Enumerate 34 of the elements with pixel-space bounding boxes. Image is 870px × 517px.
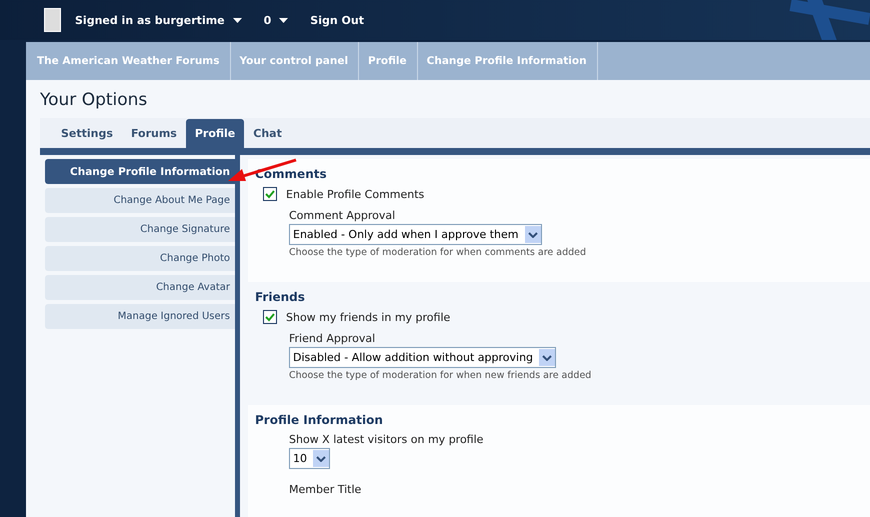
- tab[interactable]: Forums: [122, 119, 186, 148]
- chevron-down-icon: [542, 354, 552, 360]
- sidebar-item[interactable]: Change Avatar: [45, 275, 235, 300]
- section-heading: Friends: [255, 290, 306, 304]
- field-hint: Choose the type of moderation for when new friends are added: [289, 370, 592, 381]
- sign-out-link[interactable]: Sign Out: [310, 14, 364, 26]
- field-label: Comment Approval: [289, 209, 396, 222]
- dropdown[interactable]: 10: [289, 448, 330, 469]
- checkbox[interactable]: [263, 310, 277, 324]
- tab[interactable]: Chat: [244, 119, 291, 148]
- chevron-down-icon: [316, 456, 326, 462]
- sidebar-item[interactable]: Change About Me Page: [45, 188, 235, 213]
- sidebar-item[interactable]: Manage Ignored Users: [45, 304, 235, 329]
- tab[interactable]: Profile: [186, 119, 244, 148]
- section-heading: Profile Information: [255, 413, 384, 427]
- checkbox-label: Enable Profile Comments: [286, 188, 424, 200]
- notifications-menu[interactable]: 0: [264, 14, 288, 26]
- sidebar-item[interactable]: Change Profile Information: [45, 159, 235, 184]
- field-label: Member Title: [289, 483, 362, 496]
- chevron-down-icon: [528, 232, 538, 238]
- dropdown[interactable]: Enabled - Only add when I approve them: [289, 224, 542, 245]
- sidebar-item[interactable]: Change Signature: [45, 217, 235, 242]
- checkbox[interactable]: [263, 187, 277, 201]
- caret-icon: [279, 18, 288, 22]
- tab[interactable]: Settings: [52, 119, 122, 148]
- checkbox-label: Show my friends in my profile: [286, 310, 450, 324]
- field-hint: Choose the type of moderation for when comments are added: [289, 247, 588, 258]
- dropdown[interactable]: Disabled - Allow addition without approving: [289, 347, 556, 368]
- caret-icon: [232, 18, 242, 22]
- field-label: Friend Approval: [289, 332, 376, 345]
- page-title: Your Options: [39, 89, 148, 112]
- user-menu[interactable]: Signed in as burgertime: [75, 14, 242, 26]
- sidebar-item[interactable]: Change Photo: [45, 246, 235, 271]
- field-label: Show X latest visitors on my profile: [289, 433, 484, 446]
